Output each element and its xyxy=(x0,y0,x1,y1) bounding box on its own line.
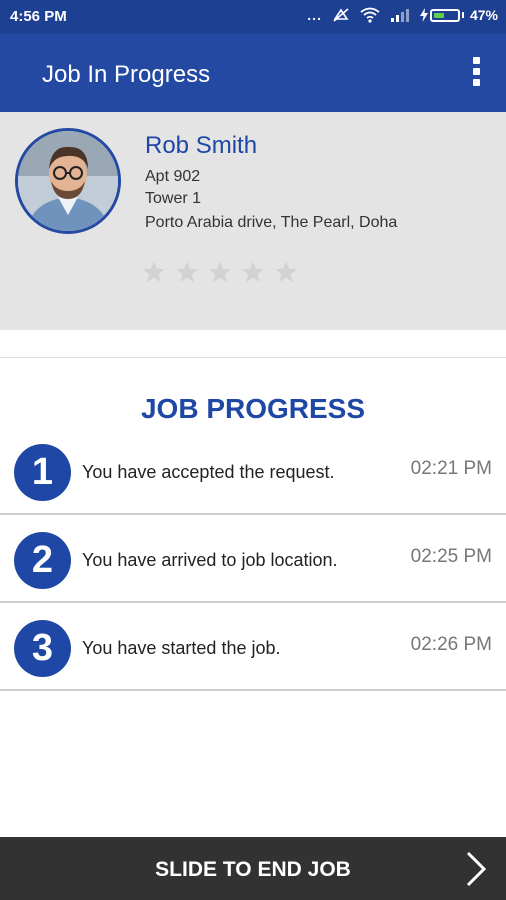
star-icon[interactable] xyxy=(274,260,298,284)
star-icon[interactable] xyxy=(241,260,265,284)
divider xyxy=(0,357,506,358)
slide-label: SLIDE TO END JOB xyxy=(155,858,351,881)
rating-stars[interactable] xyxy=(142,260,298,284)
wifi-icon xyxy=(360,7,380,23)
address-line-3: Porto Arabia drive, The Pearl, Doha xyxy=(145,214,398,231)
step-time: 02:26 PM xyxy=(410,634,492,655)
chevron-right-icon[interactable] xyxy=(464,851,488,887)
step-number-badge: 2 xyxy=(14,532,71,589)
step-text: You have accepted the request. xyxy=(82,462,335,482)
zigzag-edge xyxy=(0,316,506,329)
status-time: 4:56 PM xyxy=(10,8,67,25)
step-number-badge: 3 xyxy=(14,620,71,677)
progress-step-1: 1 You have accepted the request. 02:21 P… xyxy=(0,427,506,515)
page-title: Job In Progress xyxy=(42,61,211,88)
star-icon[interactable] xyxy=(142,260,166,284)
step-time: 02:21 PM xyxy=(410,458,492,479)
step-time: 02:25 PM xyxy=(410,546,492,567)
address-line-1: Apt 902 xyxy=(145,168,201,185)
star-icon[interactable] xyxy=(175,260,199,284)
battery-fill xyxy=(433,12,444,18)
app-bar: Job In Progress xyxy=(0,34,506,112)
progress-step-2: 2 You have arrived to job location. 02:2… xyxy=(0,515,506,603)
more-vert-icon[interactable] xyxy=(464,54,488,92)
customer-name: Rob Smith xyxy=(145,132,258,159)
step-text: You have started the job. xyxy=(82,638,281,658)
mute-icon xyxy=(333,8,349,22)
step-number-badge: 1 xyxy=(14,444,71,501)
notification-dots: ... xyxy=(307,7,322,23)
battery-percent: 47% xyxy=(469,7,498,23)
step-text: You have arrived to job location. xyxy=(82,550,338,570)
avatar-image xyxy=(18,131,118,231)
battery-icon xyxy=(429,8,460,22)
status-bar: 4:56 PM ... 47% xyxy=(0,0,506,34)
status-icons: ... 47% xyxy=(307,7,498,23)
star-icon[interactable] xyxy=(208,260,232,284)
customer-profile-card: Rob Smith Apt 902 Tower 1 Porto Arabia d… xyxy=(0,112,506,330)
job-progress-title: JOB PROGRESS xyxy=(140,393,366,424)
battery-tip xyxy=(461,12,464,18)
battery-indicator: 47% xyxy=(419,7,498,23)
avatar xyxy=(15,128,121,234)
slide-to-end-job-bar[interactable]: SLIDE TO END JOB xyxy=(0,837,506,900)
progress-step-3: 3 You have started the job. 02:26 PM xyxy=(0,603,506,691)
signal-icon xyxy=(390,9,409,22)
charging-icon xyxy=(419,8,428,22)
address-line-2: Tower 1 xyxy=(145,190,202,207)
